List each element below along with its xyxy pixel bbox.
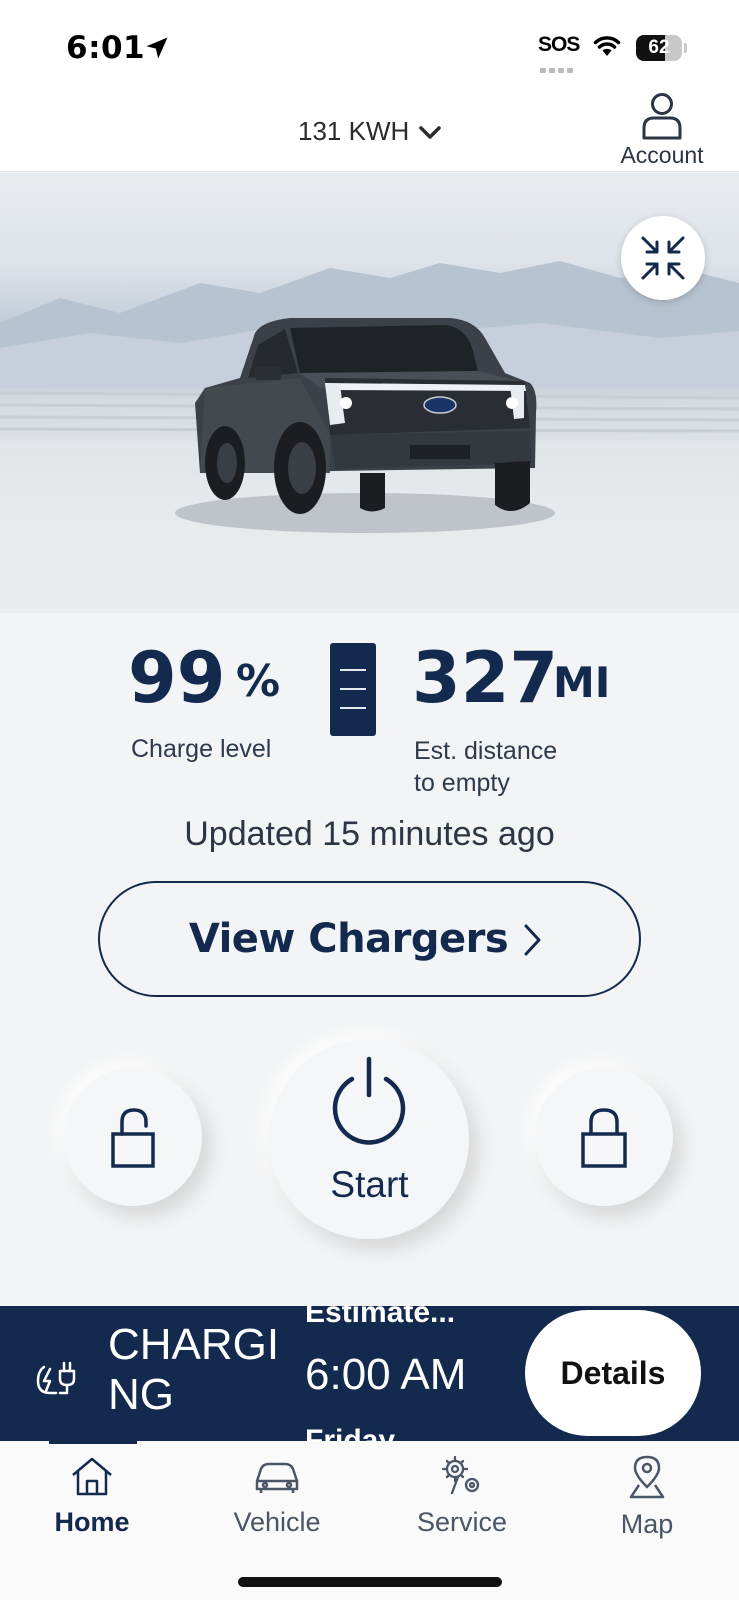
chevron-down-icon <box>419 126 442 139</box>
view-chargers-label: View Chargers <box>188 916 509 962</box>
charge-level-label: Charge level <box>131 735 272 763</box>
charging-details-button[interactable]: Details <box>525 1310 701 1436</box>
home-indicator[interactable] <box>238 1577 502 1587</box>
tab-service[interactable]: Service <box>397 1455 527 1538</box>
vehicle-selector[interactable]: 131 KWH <box>298 114 443 148</box>
start-button[interactable] <box>269 1039 469 1239</box>
battery-icon: 62 <box>636 35 682 61</box>
tab-map-label: Map <box>620 1509 674 1539</box>
updated-timestamp: Updated 15 minutes ago <box>184 815 555 853</box>
collapse-view-button[interactable] <box>621 216 705 300</box>
charge-estimate-day: Friday <box>305 1424 396 1441</box>
vehicle-hero-image <box>0 173 739 613</box>
view-chargers-button[interactable]: View Chargers <box>98 881 641 997</box>
charging-status-banner: CHARGING Estimate... 6:00 AM Friday Deta… <box>0 1306 739 1441</box>
tab-vehicle-label: Vehicle <box>233 1507 321 1537</box>
service-icon <box>441 1455 480 1495</box>
charging-plug-icon <box>36 1361 76 1395</box>
distance-label-line1: Est. distance <box>414 737 558 765</box>
status-bar: 6:01 SOS 62 <box>0 0 739 92</box>
status-time: 6:01 <box>66 30 146 66</box>
distance-label-line2: to empty <box>414 769 510 797</box>
lock-icon <box>581 1108 627 1168</box>
app-header: 131 KWH Account <box>0 92 739 172</box>
power-icon <box>332 1056 406 1145</box>
wifi-icon <box>593 36 621 56</box>
account-icon <box>642 93 682 140</box>
lock-button[interactable] <box>535 1068 673 1206</box>
collapse-arrows-icon <box>641 236 685 280</box>
car-icon <box>255 1462 299 1493</box>
charge-level-value: 99 <box>128 637 226 719</box>
charge-level-unit: % <box>236 656 281 707</box>
details-label: Details <box>560 1355 666 1391</box>
charge-estimate-label: Estimate... <box>305 1306 456 1329</box>
location-arrow-icon <box>146 37 168 59</box>
distance-unit: MI <box>553 658 611 707</box>
sos-indicator: SOS <box>538 33 580 56</box>
tab-home[interactable]: Home <box>27 1455 157 1538</box>
battery-percent: 62 <box>648 37 670 58</box>
vehicle-name: 131 KWH <box>298 115 410 146</box>
distance-label: Est. distance to empty <box>414 735 614 799</box>
active-tab-indicator <box>49 1441 137 1444</box>
tab-map[interactable]: Map <box>582 1455 712 1540</box>
home-icon <box>72 1457 112 1496</box>
account-button[interactable]: Account <box>612 92 712 169</box>
chevron-right-icon <box>524 924 541 956</box>
battery-gauge-line <box>340 669 366 671</box>
battery-gauge-line <box>340 688 366 690</box>
tab-home-label: Home <box>54 1507 130 1537</box>
distance-value: 327 <box>412 637 559 719</box>
battery-cap <box>684 43 687 53</box>
battery-gauge-line <box>340 707 366 709</box>
tab-vehicle[interactable]: Vehicle <box>212 1455 342 1538</box>
unlock-icon <box>111 1108 155 1168</box>
account-label: Account <box>620 142 704 168</box>
signal-dots-icon <box>540 58 576 73</box>
charging-status-text: CHARGING <box>108 1320 280 1419</box>
tab-service-label: Service <box>416 1507 508 1537</box>
charge-estimate-time: 6:00 AM <box>305 1350 467 1399</box>
map-pin-icon <box>629 1455 665 1499</box>
